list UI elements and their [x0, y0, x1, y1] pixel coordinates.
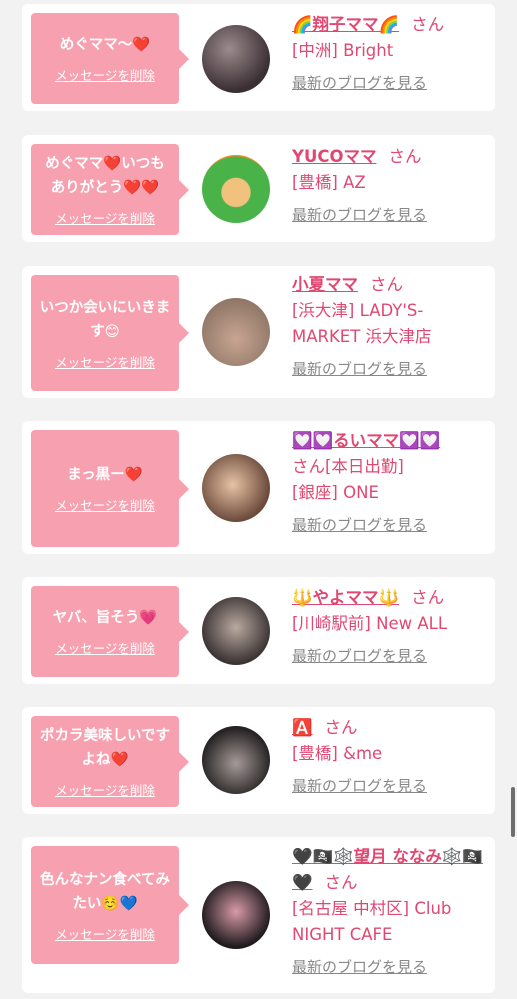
avatar[interactable] [202, 298, 270, 366]
sender-name-link[interactable]: 🅰️ [292, 718, 313, 737]
message-card: ポカラ美味しいですよね❤️ メッセージを削除 🅰️ さん [豊橋] &me 最新の… [22, 707, 495, 814]
honorific: さん [411, 588, 445, 607]
sender-name-link[interactable]: 🌈翔子ママ🌈 [292, 15, 399, 34]
delete-message-link[interactable]: メッセージを削除 [55, 924, 155, 943]
latest-blog-link[interactable]: 最新のブログを見る [292, 356, 427, 382]
delete-message-link[interactable]: メッセージを削除 [55, 638, 155, 657]
shop-info: [豊橋] &me [292, 744, 383, 763]
message-text: ヤバ、旨そう💗 [52, 610, 158, 626]
sender-info: 🅰️ さん [豊橋] &me 最新のブログを見る [292, 715, 488, 799]
message-text: めぐママ〜❤️ [59, 37, 151, 53]
avatar[interactable] [202, 155, 270, 223]
honorific: さん [388, 147, 422, 166]
message-bubble: めぐママ〜❤️ メッセージを削除 [31, 13, 189, 104]
sender-info: 🌈翔子ママ🌈 さん [中洲] Bright 最新のブログを見る [292, 12, 488, 96]
shop-info: [豊橋] AZ [292, 173, 366, 192]
sender-name-link[interactable]: 🖤🏴‍☠️🕸️望月 ななみ🕸️🏴‍☠️🖤 [292, 847, 483, 892]
shop-info: [名古屋 中村区] Club NIGHT CAFE [292, 899, 452, 944]
delete-message-link[interactable]: メッセージを削除 [55, 495, 155, 514]
message-card: めぐママ〜❤️ メッセージを削除 🌈翔子ママ🌈 さん [中洲] Bright 最新… [22, 4, 495, 111]
shop-info: [川崎駅前] New ALL [292, 614, 448, 633]
sender-name-link[interactable]: 💟💟るいママ💟💟 [292, 431, 440, 450]
avatar[interactable] [202, 454, 270, 522]
message-bubble: ポカラ美味しいですよね❤️ メッセージを削除 [31, 716, 189, 807]
avatar[interactable] [202, 726, 270, 794]
delete-message-link[interactable]: メッセージを削除 [55, 780, 155, 799]
honorific: さん[本日出勤] [292, 457, 404, 476]
message-card: まっ黒ー❤️ メッセージを削除 💟💟るいママ💟💟 さん[本日出勤] [銀座] O… [22, 421, 495, 554]
message-bubble: めぐママ❤️いつもありがとう❤️❤️ メッセージを削除 [31, 144, 189, 235]
shop-info: [浜大津] LADY'S-MARKET 浜大津店 [292, 301, 432, 346]
sender-name-link[interactable]: 🔱やよママ🔱 [292, 588, 399, 607]
message-text: いつか会いにいきます😊 [39, 299, 171, 340]
sender-info: 小夏ママ さん [浜大津] LADY'S-MARKET 浜大津店 最新のブログを見… [292, 272, 488, 382]
avatar[interactable] [202, 597, 270, 665]
sender-name-link[interactable]: 小夏ママ [292, 275, 358, 294]
sender-info: 🖤🏴‍☠️🕸️望月 ななみ🕸️🏴‍☠️🖤 さん [名古屋 中村区] Club NI… [292, 844, 488, 980]
message-card: いつか会いにいきます😊 メッセージを削除 小夏ママ さん [浜大津] LADY'S… [22, 266, 495, 398]
honorific: さん [324, 718, 358, 737]
honorific: さん [411, 15, 445, 34]
honorific: さん [370, 275, 403, 294]
message-card: ヤバ、旨そう💗 メッセージを削除 🔱やよママ🔱 さん [川崎駅前] New ALL… [22, 577, 495, 684]
message-bubble: 色んなナン食べてみたい☺️💙 メッセージを削除 [31, 846, 189, 964]
shop-info: [銀座] ONE [292, 483, 379, 502]
latest-blog-link[interactable]: 最新のブログを見る [292, 643, 427, 669]
delete-message-link[interactable]: メッセージを削除 [55, 65, 155, 84]
latest-blog-link[interactable]: 最新のブログを見る [292, 70, 427, 96]
message-card: 色んなナン食べてみたい☺️💙 メッセージを削除 🖤🏴‍☠️🕸️望月 ななみ🕸️🏴… [22, 837, 495, 993]
avatar[interactable] [202, 881, 270, 949]
sender-info: 🔱やよママ🔱 さん [川崎駅前] New ALL 最新のブログを見る [292, 585, 488, 669]
message-text: めぐママ❤️いつもありがとう❤️❤️ [45, 156, 165, 196]
delete-message-link[interactable]: メッセージを削除 [55, 352, 155, 371]
avatar[interactable] [202, 25, 270, 93]
latest-blog-link[interactable]: 最新のブログを見る [292, 954, 427, 980]
latest-blog-link[interactable]: 最新のブログを見る [292, 512, 427, 538]
message-bubble: いつか会いにいきます😊 メッセージを削除 [31, 275, 189, 391]
sender-info: 💟💟るいママ💟💟 さん[本日出勤] [銀座] ONE 最新のブログを見る [292, 428, 488, 538]
message-bubble: まっ黒ー❤️ メッセージを削除 [31, 430, 189, 547]
sender-name-link[interactable]: YUCOママ [292, 147, 376, 166]
sender-info: YUCOママ さん [豊橋] AZ 最新のブログを見る [292, 144, 488, 228]
latest-blog-link[interactable]: 最新のブログを見る [292, 773, 427, 799]
shop-info: [中洲] Bright [292, 41, 394, 60]
message-text: ポカラ美味しいですよね❤️ [39, 728, 171, 768]
message-text: 色んなナン食べてみたい☺️💙 [40, 871, 170, 912]
latest-blog-link[interactable]: 最新のブログを見る [292, 202, 427, 228]
message-text: まっ黒ー❤️ [67, 467, 143, 483]
message-bubble: ヤバ、旨そう💗 メッセージを削除 [31, 586, 189, 677]
scrollbar[interactable] [511, 787, 515, 837]
honorific: さん [324, 873, 358, 892]
delete-message-link[interactable]: メッセージを削除 [55, 208, 155, 227]
message-card: めぐママ❤️いつもありがとう❤️❤️ メッセージを削除 YUCOママ さん [豊橋… [22, 135, 495, 242]
